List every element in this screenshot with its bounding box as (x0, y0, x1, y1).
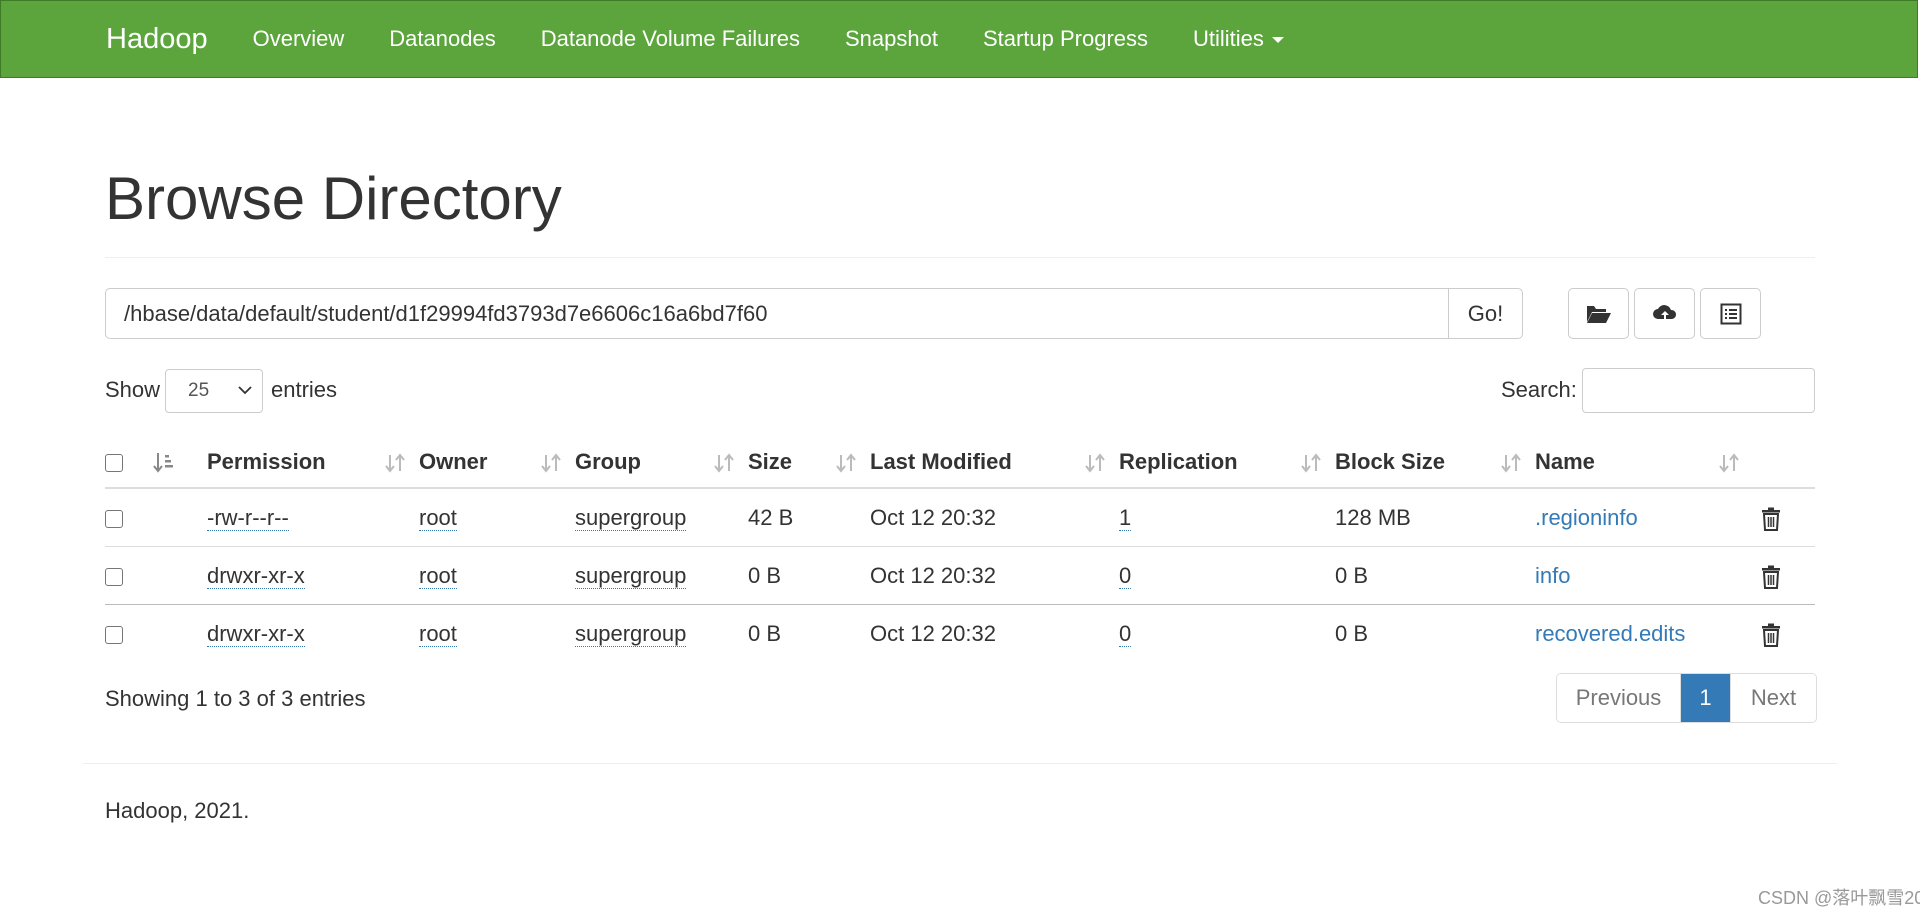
page-title: Browse Directory (105, 165, 562, 232)
sort-icon (1085, 453, 1105, 473)
row-group[interactable]: supergroup (575, 620, 687, 647)
header-block-size[interactable]: Block Size (1335, 437, 1535, 489)
header-last-modified-label: Last Modified (870, 449, 1012, 474)
sort-icon (541, 453, 561, 473)
navbar-brand[interactable]: Hadoop (106, 23, 208, 56)
caret-down-icon (1271, 37, 1284, 44)
sort-icon (1301, 453, 1321, 473)
row-group[interactable]: supergroup (575, 504, 687, 531)
nav-startup-progress[interactable]: Startup Progress (983, 26, 1148, 52)
row-size: 0 B (748, 562, 782, 588)
row-replication[interactable]: 1 (1119, 504, 1132, 531)
row-permission[interactable]: drwxr-xr-x (207, 620, 305, 647)
row-replication[interactable]: 0 (1119, 620, 1132, 647)
header-group-label: Group (575, 449, 641, 474)
header-size[interactable]: Size (748, 437, 870, 489)
table-row: drwxr-xr-x root supergroup 0 B Oct 12 20… (105, 604, 1815, 662)
row-owner[interactable]: root (419, 620, 457, 647)
nav-datanodes[interactable]: Datanodes (389, 26, 495, 52)
folder-open-icon (1586, 305, 1611, 323)
footer-divider (83, 763, 1837, 764)
row-size: 42 B (748, 504, 794, 530)
select-all-cell (105, 437, 145, 489)
header-sort-column[interactable] (145, 437, 207, 489)
header-last-modified[interactable]: Last Modified (870, 437, 1119, 489)
row-last-modified: Oct 12 20:32 (870, 562, 996, 588)
pagination-next-button[interactable]: Next (1730, 674, 1816, 722)
file-table: Permission Owner Group Size Last Modifie… (105, 437, 1815, 662)
header-actions (1753, 437, 1815, 489)
create-directory-button[interactable] (1568, 288, 1629, 339)
nav-snapshot[interactable]: Snapshot (845, 26, 938, 52)
sort-amount-icon (153, 453, 173, 473)
row-size: 0 B (748, 620, 782, 646)
header-divider (105, 257, 1815, 258)
nav-overview[interactable]: Overview (253, 26, 345, 52)
sort-icon (1501, 453, 1521, 473)
entries-per-page-value: 25 (188, 380, 210, 401)
row-checkbox[interactable] (105, 625, 123, 644)
sort-icon (385, 453, 405, 473)
show-label: Show (105, 377, 161, 402)
trash-icon[interactable] (1761, 507, 1781, 531)
header-replication[interactable]: Replication (1119, 437, 1335, 489)
row-last-modified: Oct 12 20:32 (870, 620, 996, 646)
table-row: drwxr-xr-x root supergroup 0 B Oct 12 20… (105, 546, 1815, 605)
nav-utilities-label: Utilities (1193, 26, 1264, 51)
table-header-row: Permission Owner Group Size Last Modifie… (105, 437, 1815, 489)
row-owner[interactable]: root (419, 504, 457, 531)
pagination: Previous 1 Next (1556, 673, 1817, 723)
header-size-label: Size (748, 449, 793, 474)
row-name-link[interactable]: recovered.edits (1535, 621, 1685, 646)
header-owner[interactable]: Owner (419, 437, 575, 489)
row-name-link[interactable]: info (1535, 563, 1570, 588)
sort-icon (714, 453, 734, 473)
list-alt-icon (1720, 303, 1741, 324)
footer-text: Hadoop, 2021. (105, 798, 250, 823)
watermark: CSDN @落叶飘雪2014 (1758, 888, 1920, 908)
search-input[interactable] (1582, 368, 1815, 413)
row-last-modified: Oct 12 20:32 (870, 504, 996, 530)
table-info: Showing 1 to 3 of 3 entries (105, 686, 366, 711)
header-group[interactable]: Group (575, 437, 748, 489)
row-block-size: 0 B (1335, 620, 1369, 646)
cut-paste-button[interactable] (1700, 288, 1761, 339)
sort-icon (836, 453, 856, 473)
sort-icon (1719, 453, 1739, 473)
search-label: Search: (1501, 377, 1577, 402)
directory-path-input[interactable] (105, 288, 1449, 339)
go-button[interactable]: Go! (1448, 288, 1523, 339)
header-permission-label: Permission (207, 449, 326, 474)
upload-files-button[interactable] (1634, 288, 1695, 339)
cloud-upload-icon (1652, 304, 1676, 322)
row-replication[interactable]: 0 (1119, 562, 1132, 589)
nav-datanode-volume-failures[interactable]: Datanode Volume Failures (541, 26, 800, 52)
row-permission[interactable]: -rw-r--r-- (207, 504, 289, 531)
header-permission[interactable]: Permission (207, 437, 419, 489)
pagination-previous-button[interactable]: Previous (1557, 674, 1681, 722)
nav-utilities-dropdown[interactable]: Utilities (1193, 26, 1284, 52)
trash-icon[interactable] (1761, 623, 1781, 647)
row-owner[interactable]: root (419, 562, 457, 589)
entries-per-page-select[interactable]: 25 (165, 369, 263, 413)
header-block-size-label: Block Size (1335, 449, 1446, 474)
row-group[interactable]: supergroup (575, 562, 687, 589)
trash-icon[interactable] (1761, 565, 1781, 589)
pagination-page-1-button[interactable]: 1 (1681, 674, 1730, 722)
chevron-down-icon (238, 386, 252, 395)
table-row: -rw-r--r-- root supergroup 42 B Oct 12 2… (105, 488, 1815, 547)
header-owner-label: Owner (419, 449, 488, 474)
row-checkbox[interactable] (105, 509, 123, 528)
navbar: Hadoop Overview Datanodes Datanode Volum… (0, 0, 1918, 78)
entries-label: entries (271, 377, 338, 402)
row-checkbox[interactable] (105, 567, 123, 586)
header-name[interactable]: Name (1535, 437, 1753, 489)
select-all-checkbox[interactable] (105, 454, 123, 473)
row-block-size: 128 MB (1335, 504, 1411, 530)
row-permission[interactable]: drwxr-xr-x (207, 562, 305, 589)
row-name-link[interactable]: .regioninfo (1535, 505, 1638, 530)
header-replication-label: Replication (1119, 449, 1238, 474)
header-name-label: Name (1535, 449, 1595, 474)
row-block-size: 0 B (1335, 562, 1369, 588)
